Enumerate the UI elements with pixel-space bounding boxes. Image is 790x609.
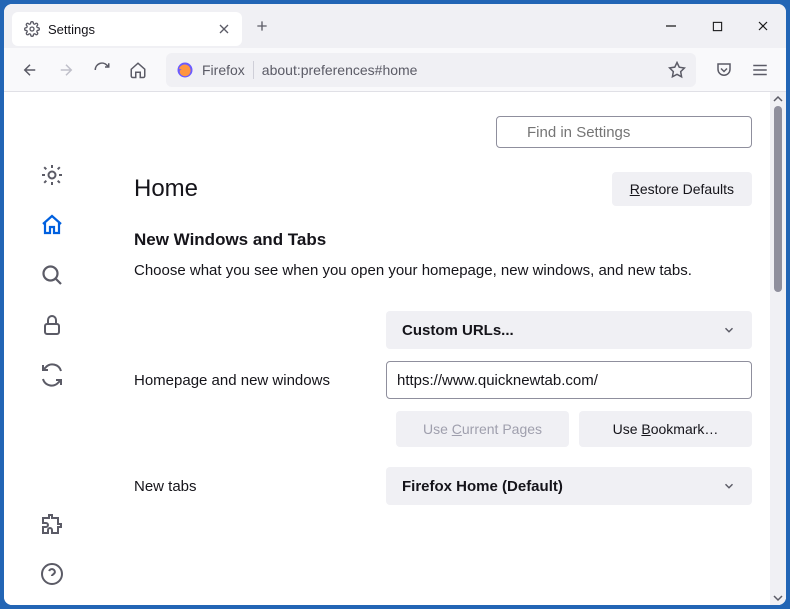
arrow-left-icon: [21, 61, 39, 79]
sidebar-extensions[interactable]: [39, 511, 65, 537]
section-heading: New Windows and Tabs: [134, 230, 752, 250]
find-settings-box: [496, 116, 752, 148]
home-icon: [129, 61, 147, 79]
scrollbar[interactable]: [770, 92, 786, 605]
homepage-url-input[interactable]: [386, 361, 752, 399]
home-button[interactable]: [122, 54, 154, 86]
identity-label: Firefox: [202, 62, 245, 78]
use-bookmark-button[interactable]: Use Bookmark…: [579, 411, 752, 447]
search-icon: [40, 263, 64, 287]
gear-icon: [40, 163, 64, 187]
homepage-label: Homepage and new windows: [134, 372, 374, 389]
use-current-pages-button[interactable]: Use Current Pages: [396, 411, 569, 447]
maximize-icon: [712, 21, 723, 32]
reload-icon: [93, 61, 111, 79]
sync-icon: [40, 363, 64, 387]
sidebar-search[interactable]: [39, 262, 65, 288]
firefox-icon: [176, 61, 194, 79]
select-value: Custom URLs...: [402, 322, 514, 339]
section-description: Choose what you see when you open your h…: [134, 260, 752, 281]
lock-icon: [40, 313, 64, 337]
reload-button[interactable]: [86, 54, 118, 86]
sidebar-privacy[interactable]: [39, 312, 65, 338]
close-icon: [757, 20, 769, 32]
bookmark-star-icon[interactable]: [668, 61, 686, 79]
separator: [253, 61, 254, 79]
nav-toolbar: Firefox about:preferences#home: [4, 48, 786, 92]
help-icon: [40, 562, 64, 586]
newtabs-label: New tabs: [134, 478, 374, 495]
newtabs-select[interactable]: Firefox Home (Default): [386, 467, 752, 505]
chevron-down-icon: [722, 479, 736, 493]
scroll-up-icon: [773, 94, 783, 104]
close-window-button[interactable]: [740, 4, 786, 48]
app-menu-button[interactable]: [744, 54, 776, 86]
url-bar[interactable]: Firefox about:preferences#home: [166, 53, 696, 87]
window-controls: [648, 4, 786, 48]
plus-icon: [254, 18, 270, 34]
gear-icon: [24, 21, 40, 37]
forward-button[interactable]: [50, 54, 82, 86]
sidebar-help[interactable]: [39, 561, 65, 587]
sidebar-general[interactable]: [39, 162, 65, 188]
homepage-mode-select[interactable]: Custom URLs...: [386, 311, 752, 349]
scrollbar-thumb[interactable]: [774, 106, 782, 292]
minimize-button[interactable]: [648, 4, 694, 48]
chevron-down-icon: [722, 323, 736, 337]
tab-title: Settings: [48, 22, 208, 37]
arrow-right-icon: [57, 61, 75, 79]
pocket-button[interactable]: [708, 54, 740, 86]
find-settings-input[interactable]: [496, 116, 752, 148]
settings-sidebar: [4, 92, 100, 605]
hamburger-icon: [751, 61, 769, 79]
minimize-icon: [665, 20, 677, 32]
select-value: Firefox Home (Default): [402, 478, 563, 495]
settings-main: Home Restore Defaults New Windows and Ta…: [100, 92, 786, 605]
back-button[interactable]: [14, 54, 46, 86]
restore-defaults-button[interactable]: Restore Defaults: [612, 172, 752, 206]
page-title: Home: [134, 175, 198, 203]
close-icon[interactable]: [216, 21, 232, 37]
sidebar-sync[interactable]: [39, 362, 65, 388]
content-area: Home Restore Defaults New Windows and Ta…: [4, 92, 786, 605]
extension-icon: [40, 512, 64, 536]
titlebar: Settings: [4, 4, 786, 48]
pocket-icon: [715, 61, 733, 79]
new-tab-button[interactable]: [248, 12, 276, 40]
firefox-window: Settings Firefox about:preferences#home: [4, 4, 786, 605]
browser-tab[interactable]: Settings: [12, 12, 242, 46]
sidebar-home[interactable]: [39, 212, 65, 238]
url-text: about:preferences#home: [262, 62, 660, 78]
home-icon: [40, 213, 64, 237]
maximize-button[interactable]: [694, 4, 740, 48]
scroll-down-icon: [773, 593, 783, 603]
